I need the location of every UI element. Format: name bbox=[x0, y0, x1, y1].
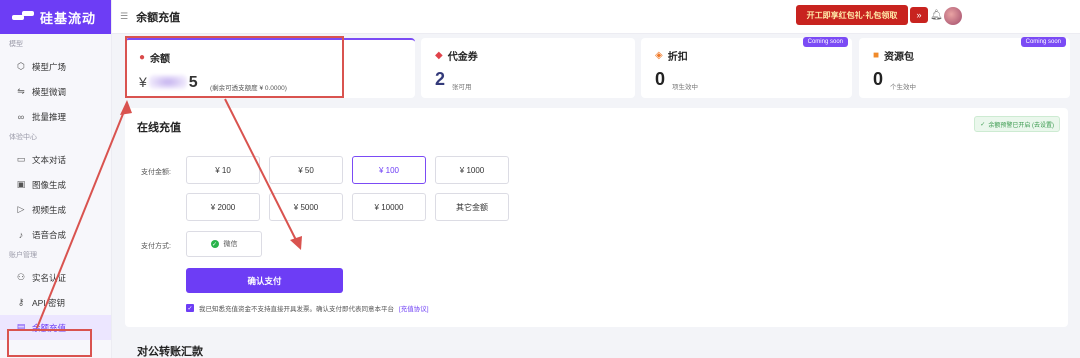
package-icon: ■ bbox=[873, 50, 880, 61]
sidebar-section-models: 模型 bbox=[9, 41, 23, 48]
sidebar-item-image-gen[interactable]: ▣ 图像生成 bbox=[0, 172, 111, 197]
voucher-title-text: 代金券 bbox=[447, 52, 478, 63]
agreement-checkbox[interactable]: ✓ bbox=[186, 304, 194, 312]
discount-title-text: 折扣 bbox=[667, 52, 688, 63]
amount-option[interactable]: ¥ 2000 bbox=[186, 193, 260, 221]
sidebar-item-label: 语音合成 bbox=[32, 229, 67, 240]
sidebar-item-label: API 密钥 bbox=[32, 297, 66, 308]
agreement-text: 我已知悉充值资金不支持直接开具发票。确认支付即代表同意本平台 bbox=[199, 306, 394, 313]
promo-arrow-button[interactable]: » bbox=[910, 7, 928, 23]
tune-icon: ⇋ bbox=[17, 86, 25, 96]
sidebar-item-label: 批量推理 bbox=[32, 111, 67, 122]
link-icon: ∞ bbox=[17, 111, 25, 122]
sidebar-item-label: 实名认证 bbox=[32, 272, 67, 283]
tag-icon: ◈ bbox=[655, 50, 663, 61]
sidebar-item-label: 视频生成 bbox=[32, 204, 67, 215]
amount-option-custom[interactable]: 其它金额 bbox=[435, 193, 509, 221]
amount-option[interactable]: ¥ 50 bbox=[269, 156, 343, 184]
sidebar-item-label: 文本对话 bbox=[32, 154, 67, 165]
method-text: 微信 bbox=[223, 241, 238, 248]
sidebar-item-batch-inference[interactable]: ∞ 批量推理 bbox=[0, 104, 111, 129]
chat-icon: ▭ bbox=[16, 154, 26, 164]
highlight-recharge-box bbox=[7, 329, 92, 357]
package-card-title: ■ 资源包 bbox=[873, 48, 914, 63]
recharge-panel: 在线充值 ✓ 余额预警已开启 (去设置) 支付金额: ¥ 10 ¥ 50 ¥ 1… bbox=[125, 108, 1068, 327]
voucher-card-title: ◆ 代金券 bbox=[435, 48, 478, 63]
check-circle-icon: ✓ bbox=[980, 121, 986, 128]
sidebar-item-api-keys[interactable]: ⚷ API 密钥 bbox=[0, 290, 111, 315]
package-card: Coming soon ■ 资源包 0 个生效中 bbox=[859, 37, 1070, 98]
sidebar-item-label: 模型微调 bbox=[32, 86, 67, 97]
amount-label: 支付金额: bbox=[141, 169, 171, 176]
sidebar-section-experience: 体验中心 bbox=[9, 134, 37, 141]
image-icon: ▣ bbox=[16, 179, 26, 189]
discount-sub: 项生效中 bbox=[672, 84, 698, 91]
amount-option[interactable]: ¥ 10000 bbox=[352, 193, 426, 221]
promo-banner[interactable]: 开工即享红包礼·礼包领取 bbox=[796, 5, 908, 25]
coming-soon-badge: Coming soon bbox=[1020, 37, 1066, 47]
page-title: 余额充值 bbox=[136, 11, 181, 24]
discount-value: 0 bbox=[655, 69, 666, 89]
sidebar: 硅基流动 模型 ⬡ 模型广场 ⇋ 模型微调 ∞ 批量推理 体验中心 ▭ 文本对话… bbox=[0, 0, 112, 358]
balance-alert-notice[interactable]: ✓ 余额预警已开启 (去设置) bbox=[974, 116, 1060, 132]
logo-mark-icon bbox=[12, 11, 34, 23]
discount-card-title: ◈ 折扣 bbox=[655, 48, 688, 63]
avatar[interactable] bbox=[944, 7, 962, 25]
logo[interactable]: 硅基流动 bbox=[0, 0, 111, 34]
voucher-card[interactable]: ◆ 代金券 2 张可用 bbox=[421, 38, 635, 98]
transfer-title: 对公转账汇款 bbox=[137, 346, 203, 358]
discount-card: Coming soon ◈ 折扣 0 项生效中 bbox=[641, 37, 852, 98]
voucher-value: 2 bbox=[435, 69, 446, 89]
method-label: 支付方式: bbox=[141, 243, 171, 250]
notice-text: 余额预警已开启 (去设置) bbox=[988, 122, 1054, 129]
coming-soon-badge: Coming soon bbox=[802, 37, 848, 47]
wechat-icon: ✓ bbox=[210, 240, 219, 248]
sidebar-item-model-square[interactable]: ⬡ 模型广场 bbox=[0, 54, 111, 79]
sidebar-section-account: 账户管理 bbox=[9, 252, 37, 259]
cube-icon: ⬡ bbox=[17, 61, 25, 71]
menu-toggle-icon[interactable]: ☰ bbox=[120, 11, 128, 22]
sidebar-item-speech[interactable]: ♪ 语音合成 bbox=[0, 222, 111, 247]
amount-option[interactable]: ¥ 1000 bbox=[435, 156, 509, 184]
package-value: 0 bbox=[873, 69, 884, 89]
video-icon: ▷ bbox=[17, 204, 25, 214]
sidebar-item-verify[interactable]: ⚇ 实名认证 bbox=[0, 265, 111, 290]
agreement-link[interactable]: [充值协议] bbox=[399, 303, 429, 313]
logo-text: 硅基流动 bbox=[40, 10, 97, 26]
mic-icon: ♪ bbox=[18, 229, 24, 240]
sidebar-item-video-gen[interactable]: ▷ 视频生成 bbox=[0, 197, 111, 222]
recharge-title: 在线充值 bbox=[137, 122, 181, 134]
sidebar-item-label: 模型广场 bbox=[32, 61, 67, 72]
amount-option[interactable]: ¥ 10 bbox=[186, 156, 260, 184]
sidebar-item-model-finetune[interactable]: ⇋ 模型微调 bbox=[0, 79, 111, 104]
sidebar-item-label: 图像生成 bbox=[32, 179, 67, 190]
confirm-pay-button[interactable]: 确认支付 bbox=[186, 268, 343, 293]
amount-option[interactable]: ¥ 5000 bbox=[269, 193, 343, 221]
bell-icon[interactable]: 🔔︎ bbox=[930, 10, 943, 21]
ticket-icon: ◆ bbox=[435, 50, 443, 61]
wechat-pay-option[interactable]: ✓ 微信 bbox=[186, 231, 262, 257]
user-verify-icon: ⚇ bbox=[16, 272, 26, 282]
voucher-sub: 张可用 bbox=[452, 84, 472, 91]
package-title-text: 资源包 bbox=[884, 52, 915, 63]
package-sub: 个生效中 bbox=[890, 84, 916, 91]
key-icon: ⚷ bbox=[17, 297, 25, 307]
sidebar-item-text-chat[interactable]: ▭ 文本对话 bbox=[0, 147, 111, 172]
highlight-balance-box bbox=[125, 36, 344, 98]
agreement-row: ✓ 我已知悉充值资金不支持直接开具发票。确认支付即代表同意本平台 [充值协议] bbox=[186, 303, 429, 313]
amount-option-selected[interactable]: ¥ 100 bbox=[352, 156, 426, 184]
